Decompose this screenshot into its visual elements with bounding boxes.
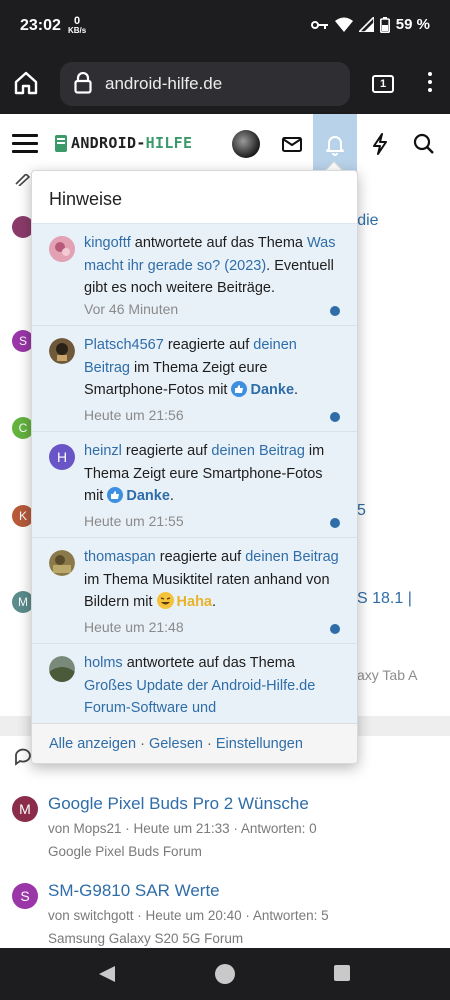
background-thread-title[interactable]: S 18.1 |	[357, 590, 412, 608]
menu-button[interactable]	[12, 134, 38, 154]
site-logo[interactable]: ANDROID-HILFE	[55, 134, 192, 152]
bell-icon	[326, 136, 344, 156]
notifications-popup: Hinweise kingoftf antwortete auf das The…	[31, 170, 358, 764]
status-bar: 23:02 0 KB/s 59 %	[0, 0, 450, 52]
notification-user[interactable]: kingoftf	[84, 235, 131, 251]
lock-icon	[74, 72, 92, 94]
network-speed-unit: KB/s	[68, 26, 87, 35]
status-time: 23:02	[20, 17, 61, 34]
edit-icon	[15, 174, 31, 186]
notification-text: kingoftf antwortete auf das Thema Was ma…	[84, 235, 336, 296]
status-icons: 59 %	[310, 16, 430, 33]
notification-link[interactable]: deinen Beitrag	[211, 443, 305, 459]
notification-user[interactable]: thomaspan	[84, 549, 156, 565]
like-reaction-icon	[107, 487, 124, 503]
browser-menu-button[interactable]	[420, 72, 440, 96]
wifi-icon	[334, 17, 353, 32]
recents-button[interactable]	[334, 965, 350, 981]
notification-time: Heute um 21:48	[84, 619, 184, 635]
browser-home-button[interactable]	[12, 69, 40, 97]
thread-meta: von switchgott · Heute um 20:40 · Antwor…	[48, 908, 329, 923]
show-all-link[interactable]: Alle anzeigen	[49, 736, 136, 752]
battery-percent: 59 %	[395, 16, 430, 33]
system-navigation-bar	[0, 948, 450, 1000]
android-logo-icon	[55, 135, 67, 152]
notification-text: thomaspan reagierte auf deinen Beitrag i…	[84, 549, 339, 610]
background-thread-title[interactable]: 5	[357, 502, 366, 520]
home-icon	[14, 71, 38, 95]
notification-text: holms antwortete auf das Thema Großes Up…	[84, 652, 344, 723]
notification-user[interactable]: holms	[84, 655, 123, 671]
notification-avatar: H	[49, 444, 75, 470]
search-icon[interactable]	[412, 132, 436, 156]
thread-forum[interactable]: Samsung Galaxy S20 5G Forum	[48, 931, 243, 946]
notification-user[interactable]: heinzl	[84, 443, 122, 459]
mark-read-link[interactable]: Gelesen	[149, 736, 203, 752]
reaction-label: Haha	[176, 594, 212, 610]
reaction-label: Danke	[250, 382, 295, 398]
notification-avatar	[49, 656, 75, 682]
site-logo-text: ANDROID-HILFE	[71, 134, 193, 152]
background-forum-name: axy Tab A	[357, 667, 418, 683]
unread-dot[interactable]	[330, 518, 340, 528]
thread-title[interactable]: SM-G9810 SAR Werte	[48, 881, 220, 901]
thread-meta: von Mops21 · Heute um 21:33 · Antworten:…	[48, 821, 317, 836]
notification-time: Heute um 21:56	[84, 407, 184, 423]
home-nav-button[interactable]	[215, 964, 235, 984]
popup-title: Hinweise	[49, 189, 123, 209]
site-header: ANDROID-HILFE	[0, 114, 450, 174]
notification-item[interactable]: Platsch4567 reagierte auf deinen Beitrag…	[32, 326, 357, 432]
user-avatar[interactable]	[232, 130, 260, 158]
notification-link[interactable]: deinen Beitrag	[245, 549, 339, 565]
notification-item[interactable]: kingoftf antwortete auf das Thema Was ma…	[32, 224, 357, 326]
notification-item[interactable]: thomaspan reagierte auf deinen Beitrag i…	[32, 538, 357, 644]
vpn-key-icon	[310, 20, 328, 29]
url-text: android-hilfe.de	[105, 74, 223, 93]
notification-item[interactable]: holms antwortete auf das Thema Großes Up…	[32, 644, 357, 723]
notification-link[interactable]: Großes Update der Android-Hilfe.de Forum…	[84, 678, 315, 724]
back-icon[interactable]	[98, 965, 116, 983]
thread-avatar: S	[12, 883, 38, 909]
notification-avatar	[49, 550, 75, 576]
notification-time: Heute um 21:55	[84, 513, 184, 529]
popup-footer: Alle anzeigen · Gelesen · Einstellungen	[32, 723, 357, 763]
notification-user[interactable]: Platsch4567	[84, 337, 164, 353]
signal-icon	[358, 17, 374, 32]
network-speed: 0 KB/s	[68, 15, 87, 36]
battery-icon	[379, 16, 390, 33]
network-speed-value: 0	[74, 15, 81, 27]
thread-avatar: M	[12, 796, 38, 822]
unread-dot[interactable]	[330, 412, 340, 422]
tab-switcher-button[interactable]: 1	[372, 75, 394, 93]
browser-toolbar: android-hilfe.de 1	[0, 52, 450, 114]
notification-text: Platsch4567 reagierte auf deinen Beitrag…	[84, 337, 299, 398]
unread-dot[interactable]	[330, 624, 340, 634]
lightning-icon[interactable]	[368, 132, 392, 156]
unread-dot[interactable]	[330, 306, 340, 316]
thread-forum[interactable]: Google Pixel Buds Forum	[48, 844, 202, 859]
notification-text: heinzl reagierte auf deinen Beitrag im T…	[84, 443, 325, 504]
reaction-label: Danke	[126, 488, 170, 504]
notification-time: Vor 46 Minuten	[84, 301, 179, 317]
notification-item[interactable]: H heinzl reagierte auf deinen Beitrag im…	[32, 432, 357, 538]
settings-link[interactable]: Einstellungen	[216, 736, 303, 752]
mail-icon[interactable]	[280, 132, 304, 156]
like-reaction-icon	[231, 381, 248, 397]
address-bar[interactable]: android-hilfe.de	[60, 62, 350, 106]
notification-avatar	[49, 236, 75, 262]
notification-avatar	[49, 338, 75, 364]
haha-reaction-icon	[156, 592, 174, 609]
thread-title[interactable]: Google Pixel Buds Pro 2 Wünsche	[48, 794, 309, 814]
notification-list: kingoftf antwortete auf das Thema Was ma…	[32, 223, 357, 723]
